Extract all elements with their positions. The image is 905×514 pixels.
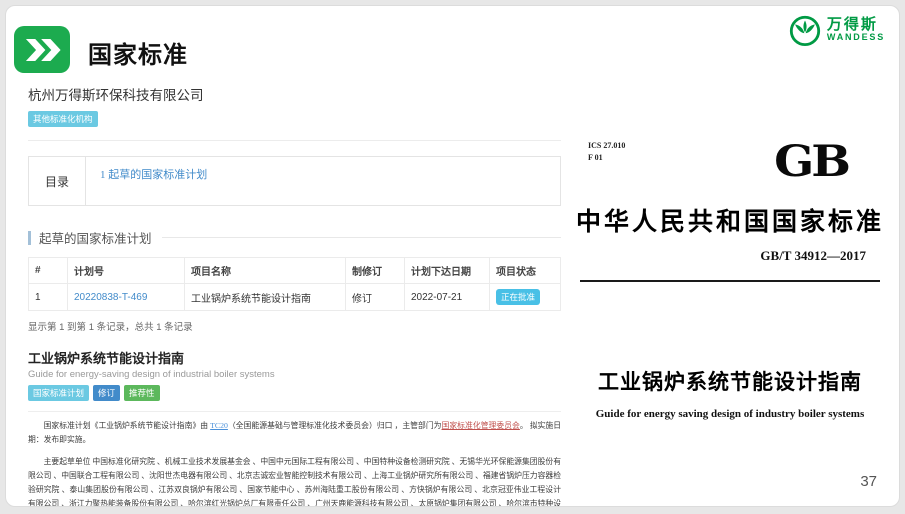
col-name: 项目名称 — [185, 258, 346, 284]
tc20-link[interactable]: TC20 — [210, 421, 228, 430]
standard-code: GB/T 34912—2017 — [760, 248, 866, 264]
standard-badges: 国家标准计划 修订 推荐性 — [28, 385, 561, 401]
page-number: 37 — [860, 473, 877, 490]
class-code: F 01 — [588, 152, 625, 164]
col-index: # — [29, 258, 68, 284]
standard-title-en: Guide for energy-saving design of indust… — [28, 369, 561, 380]
gb-standard-cover: ICS 27.010 F 01 GB 中华人民共和国国家标准 GB/T 3491… — [562, 116, 898, 476]
toc-label: 目录 — [29, 157, 86, 205]
cover-rule — [580, 280, 880, 282]
wandess-leaf-icon — [788, 12, 822, 48]
plans-table-header-row: # 计划号 项目名称 制修订 计划下达日期 项目状态 — [29, 258, 561, 284]
section-header: 起草的国家标准计划 — [28, 228, 561, 247]
cell-project-name: 工业锅炉系统节能设计指南 — [185, 284, 346, 311]
cell-issue-date: 2022-07-21 — [405, 284, 490, 311]
double-chevron-icon — [14, 26, 70, 73]
badge-revision: 修订 — [93, 385, 120, 401]
brand-name-cn: 万得斯 — [827, 17, 885, 34]
section-title: 起草的国家标准计划 — [39, 228, 152, 247]
sac-link[interactable]: 国家标准化管理委员会 — [442, 421, 520, 430]
col-revision: 制修订 — [346, 258, 405, 284]
company-title: 杭州万得斯环保科技有限公司 — [28, 84, 561, 104]
ics-code: ICS 27.010 — [588, 140, 625, 152]
plan-number-link[interactable]: 20220838-T-469 — [74, 292, 147, 303]
cell-index: 1 — [29, 284, 68, 311]
paragraph-drafting-units: 主要起草单位 中国标准化研究院 、机械工业技术发展基金会 、中国中元国际工程有限… — [28, 455, 561, 507]
cover-title-cn: 工业锅炉系统节能设计指南 — [562, 366, 898, 396]
org-type-badge: 其他标准化机构 — [28, 111, 98, 127]
slide-title: 国家标准 — [88, 35, 188, 70]
cover-heading: 中华人民共和国国家标准 — [562, 202, 898, 238]
brand-logo: 万得斯 WANDESS — [788, 12, 885, 48]
para2-text: 主要起草单位 中国标准化研究院 、机械工业技术发展基金会 、中国中元国际工程有限… — [28, 457, 561, 507]
section-rule — [162, 237, 561, 238]
chevron-right-icon — [20, 33, 64, 67]
toc-link-drafted-plans[interactable]: 1 起草的国家标准计划 — [100, 169, 207, 181]
brand-name-en: WANDESS — [827, 33, 885, 43]
plans-table: # 计划号 项目名称 制修订 计划下达日期 项目状态 1 20220838-T-… — [28, 257, 561, 311]
toc-panel: 目录 1 起草的国家标准计划 — [28, 156, 561, 206]
standard-title-cn: 工业锅炉系统节能设计指南 — [28, 348, 561, 367]
section-accent-bar — [28, 231, 31, 245]
slide: 国家标准 万得斯 WANDESS 杭州万得斯环保科技有限公司 其他标准化机构 目… — [5, 5, 900, 507]
divider — [28, 411, 561, 412]
table-row: 1 20220838-T-469 工业锅炉系统节能设计指南 修订 2022-07… — [29, 284, 561, 311]
webpage-capture: 杭州万得斯环保科技有限公司 其他标准化机构 目录 1 起草的国家标准计划 起草的… — [28, 78, 561, 507]
para1-text: 国家标准计划《工业锅炉系统节能设计指南》由 — [44, 421, 211, 430]
status-badge: 正在批准 — [496, 289, 540, 305]
badge-national-plan: 国家标准计划 — [28, 385, 89, 401]
gb-logo: GB — [774, 136, 848, 187]
ics-codes: ICS 27.010 F 01 — [588, 140, 625, 164]
col-plan-no: 计划号 — [68, 258, 185, 284]
para1-text: （全国能源基础与管理标准化技术委员会）归口 ，主管部门为 — [228, 421, 442, 430]
records-summary: 显示第 1 到第 1 条记录，总共 1 条记录 — [28, 319, 561, 333]
col-date: 计划下达日期 — [405, 258, 490, 284]
cover-title-en: Guide for energy saving design of indust… — [562, 408, 898, 420]
divider — [28, 140, 561, 141]
col-status: 项目状态 — [490, 258, 561, 284]
badge-recommended: 推荐性 — [124, 385, 160, 401]
cell-revision: 修订 — [346, 284, 405, 311]
paragraph-plan-info: 国家标准计划《工业锅炉系统节能设计指南》由 TC20（全国能源基础与管理标准化技… — [28, 419, 561, 447]
